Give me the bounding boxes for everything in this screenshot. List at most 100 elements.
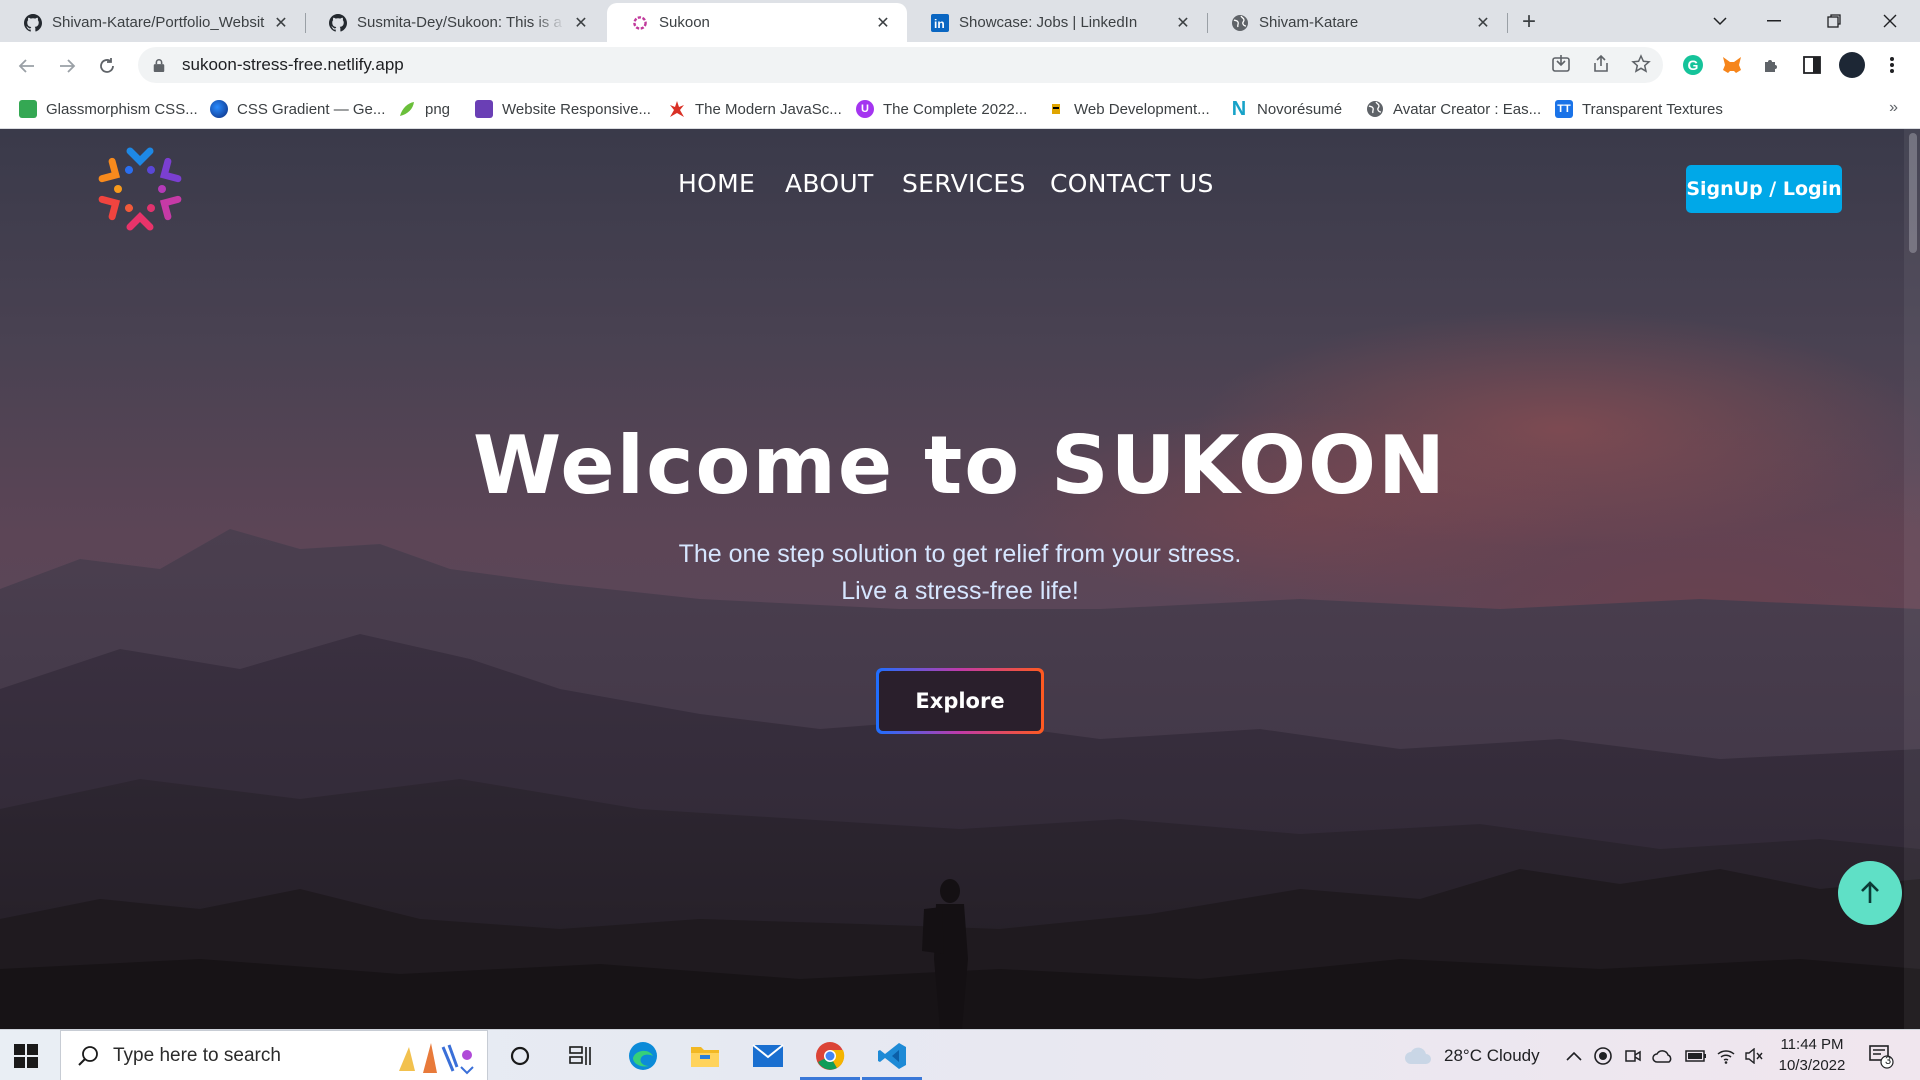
- tab-sukoon[interactable]: Sukoon ✕: [607, 3, 907, 42]
- restore-icon[interactable]: [1806, 0, 1862, 42]
- scrollbar-thumb[interactable]: [1909, 133, 1917, 253]
- weather-text: 28°C Cloudy: [1444, 1045, 1540, 1065]
- side-panel-icon[interactable]: [1798, 51, 1826, 79]
- edge-icon[interactable]: [623, 1036, 663, 1076]
- grammarly-icon[interactable]: G: [1679, 51, 1707, 79]
- scroll-to-top-button[interactable]: [1838, 861, 1902, 925]
- task-view-icon[interactable]: [560, 1036, 600, 1076]
- tab-title: Shivam-Katare: [1259, 14, 1359, 31]
- file-explorer-icon[interactable]: [685, 1036, 725, 1076]
- tab-close-icon[interactable]: ✕: [571, 13, 591, 33]
- bookmark-item[interactable]: Web Development...: [1047, 98, 1210, 120]
- record-icon[interactable]: [1594, 1030, 1612, 1080]
- tab-close-icon[interactable]: ✕: [1473, 13, 1493, 33]
- cssgradient-icon: [210, 100, 228, 118]
- more-bookmarks-icon[interactable]: »: [1889, 99, 1898, 117]
- reload-icon[interactable]: [91, 50, 123, 82]
- leaf-icon: [398, 100, 416, 118]
- back-arrow-icon[interactable]: [11, 50, 43, 82]
- screen: Shivam-Katare/Portfolio_Website ✕ Susmit…: [0, 0, 1920, 1080]
- bookmark-item[interactable]: U The Complete 2022...: [856, 98, 1027, 120]
- metamask-icon[interactable]: [1718, 51, 1746, 79]
- bookmark-label: CSS Gradient — Ge...: [237, 100, 386, 118]
- weather-widget[interactable]: 28°C Cloudy: [1404, 1030, 1540, 1080]
- minimize-icon[interactable]: [1746, 0, 1802, 42]
- nav-home[interactable]: HOME: [678, 169, 755, 198]
- tab-sukoon-repo[interactable]: Susmita-Dey/Sukoon: This is a str ✕: [305, 3, 605, 42]
- search-highlight-icon: [399, 1043, 474, 1075]
- more-menu-icon[interactable]: [1878, 51, 1906, 79]
- bookmark-item[interactable]: png: [398, 98, 450, 120]
- battery-icon[interactable]: [1685, 1030, 1707, 1080]
- tab-search-chevron-down-icon[interactable]: [1692, 0, 1748, 42]
- volume-muted-icon[interactable]: [1744, 1030, 1764, 1080]
- bookmark-item[interactable]: TT Transparent Textures: [1555, 98, 1723, 120]
- linkedin-icon: in: [931, 13, 949, 32]
- tab-linkedin[interactable]: in Showcase: Jobs | LinkedIn ✕: [907, 3, 1208, 42]
- page-scrollbar[interactable]: [1904, 129, 1920, 1029]
- signup-login-button[interactable]: SignUp / Login: [1686, 165, 1842, 213]
- github-icon: [24, 13, 42, 32]
- globe-icon: [1231, 14, 1249, 32]
- vscode-icon[interactable]: [872, 1036, 912, 1076]
- wifi-icon[interactable]: [1716, 1030, 1736, 1080]
- hero-line-1: The one step solution to get relief from…: [678, 540, 1242, 568]
- bookmark-item[interactable]: CSS Gradient — Ge...: [210, 98, 385, 120]
- meet-now-icon[interactable]: [1624, 1030, 1642, 1080]
- share-icon[interactable]: [1588, 51, 1614, 77]
- install-app-icon[interactable]: [1548, 51, 1574, 77]
- profile-avatar[interactable]: [1838, 51, 1866, 79]
- notification-count: 3: [1884, 1055, 1892, 1067]
- tab-title: Shivam-Katare/Portfolio_Website: [52, 14, 265, 31]
- javascript-icon: [668, 100, 686, 118]
- forward-arrow-icon[interactable]: [51, 50, 83, 82]
- bookmarks-bar: Glassmorphism CSS... CSS Gradient — Ge..…: [0, 89, 1920, 129]
- tab-close-icon[interactable]: ✕: [271, 13, 291, 33]
- udemy-icon: U: [856, 100, 874, 118]
- nav-contact-us[interactable]: CONTACT US: [1050, 169, 1214, 198]
- tab-close-icon[interactable]: ✕: [1173, 13, 1193, 33]
- clock-date: 10/3/2022: [1778, 1057, 1846, 1074]
- url-text: sukoon-stress-free.netlify.app: [182, 55, 404, 74]
- explore-button[interactable]: Explore: [876, 668, 1044, 734]
- bookmark-item[interactable]: Glassmorphism CSS...: [19, 98, 198, 120]
- bookmark-label: Website Responsive...: [502, 100, 651, 118]
- windows-start-icon[interactable]: [14, 1044, 38, 1068]
- clock-time: 11:44 PM: [1780, 1036, 1844, 1053]
- bookmark-item[interactable]: N Novorésumé: [1230, 98, 1342, 120]
- onedrive-cloud-icon[interactable]: [1652, 1030, 1674, 1080]
- chrome-icon[interactable]: [810, 1036, 850, 1076]
- taskbar-search-box[interactable]: Type here to search: [60, 1030, 488, 1080]
- tab-separator: [1507, 13, 1508, 33]
- bookmark-label: Glassmorphism CSS...: [46, 100, 198, 118]
- bookmark-item[interactable]: Website Responsive...: [475, 98, 651, 120]
- bookmark-item[interactable]: The Modern JavaSc...: [668, 98, 842, 120]
- taskbar-clock[interactable]: 11:44 PM 10/3/2022: [1766, 1034, 1858, 1076]
- tab-close-icon[interactable]: ✕: [873, 13, 893, 33]
- mail-icon[interactable]: [748, 1036, 788, 1076]
- bookmark-label: Avatar Creator : Eas...: [1393, 100, 1542, 118]
- tab-portfolio-website[interactable]: Shivam-Katare/Portfolio_Website ✕: [0, 3, 306, 42]
- search-placeholder: Type here to search: [113, 1044, 281, 1066]
- hero-title: Welcome to SUKOON: [473, 419, 1447, 512]
- responsive-icon: [475, 100, 493, 118]
- new-tab-plus-icon[interactable]: +: [1515, 8, 1543, 36]
- bookmark-item[interactable]: Avatar Creator : Eas...: [1366, 98, 1541, 120]
- show-hidden-icons-chevron-up-icon[interactable]: [1566, 1030, 1582, 1080]
- nav-about[interactable]: ABOUT: [785, 169, 874, 198]
- tab-title: Sukoon: [659, 14, 710, 31]
- extensions-puzzle-icon[interactable]: [1758, 51, 1786, 79]
- tab-title: Showcase: Jobs | LinkedIn: [959, 14, 1138, 31]
- cortana-circle-icon[interactable]: [500, 1036, 540, 1076]
- page-viewport: HOME ABOUT SERVICES CONTACT US SignUp / …: [0, 129, 1920, 1029]
- notifications-button[interactable]: 3: [1868, 1030, 1894, 1080]
- taskbar: Type here to search 28°C Cloudy 11:44 PM…: [0, 1029, 1920, 1080]
- address-bar[interactable]: sukoon-stress-free.netlify.app: [138, 47, 1663, 83]
- sukoon-favicon-icon: [631, 14, 649, 32]
- nav-services[interactable]: SERVICES: [902, 169, 1026, 198]
- sukoon-logo[interactable]: [90, 139, 190, 239]
- tab-shivam-katare[interactable]: Shivam-Katare ✕: [1207, 3, 1508, 42]
- close-window-icon[interactable]: [1862, 0, 1918, 42]
- hero-subtitle: The one step solution to get relief from…: [0, 536, 1920, 610]
- bookmark-star-icon[interactable]: [1628, 51, 1654, 77]
